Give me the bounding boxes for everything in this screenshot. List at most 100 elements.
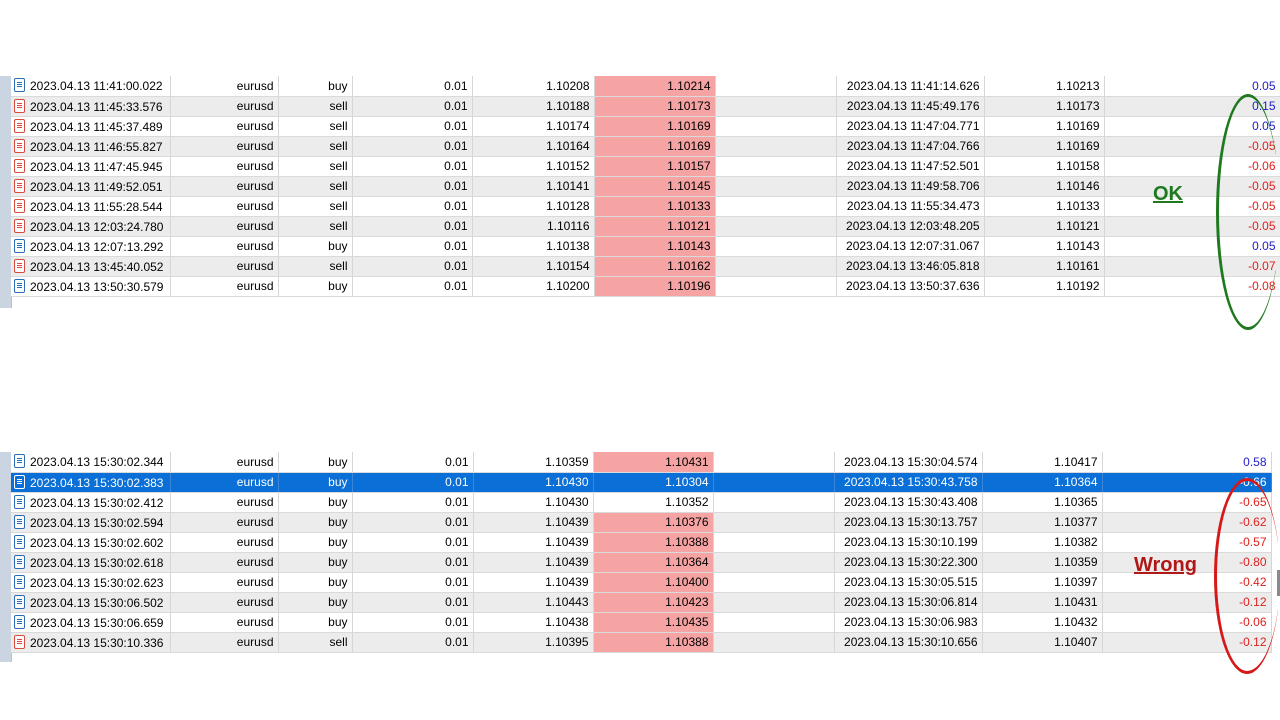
- open-price-cell: 1.10152: [472, 156, 595, 177]
- tp-cell: [715, 156, 837, 177]
- symbol-cell: eurusd: [170, 176, 279, 197]
- open-price-cell: 1.10116: [472, 216, 595, 237]
- symbol-cell: eurusd: [170, 236, 279, 257]
- buy-order-icon: [14, 474, 25, 489]
- symbol-cell: eurusd: [170, 492, 279, 513]
- symbol-cell: eurusd: [170, 612, 279, 633]
- volume-cell: 0.01: [352, 532, 474, 553]
- open-price-cell: 1.10438: [473, 612, 594, 633]
- wrong-annotation-label: Wrong: [1134, 554, 1197, 576]
- table-row[interactable]: 2023.04.13 15:30:02.594 eurusd buy 0.01 1.10…: [11, 512, 1272, 533]
- close-time-cell: 2023.04.13 11:45:49.176: [836, 96, 985, 117]
- tp-cell: [713, 552, 835, 573]
- symbol-cell: eurusd: [170, 452, 279, 473]
- volume-cell: 0.01: [352, 156, 473, 177]
- sl-cell: 1.10169: [594, 136, 716, 157]
- close-time-cell: 2023.04.13 11:47:04.771: [836, 116, 985, 137]
- tp-cell: [715, 256, 837, 277]
- buy-order-icon: [14, 278, 25, 293]
- type-cell: sell: [278, 632, 353, 653]
- volume-cell: 0.01: [352, 136, 473, 157]
- symbol-cell: eurusd: [170, 592, 279, 613]
- buy-order-icon: [14, 238, 25, 253]
- close-time-cell: 2023.04.13 12:07:31.067: [836, 236, 985, 257]
- sl-cell: 1.10162: [594, 256, 716, 277]
- close-price-cell: 1.10397: [982, 572, 1103, 593]
- open-price-cell: 1.10439: [473, 532, 594, 553]
- tp-cell: [715, 76, 837, 97]
- open-price-cell: 1.10439: [473, 572, 594, 593]
- open-time-cell: 2023.04.13 11:55:28.544: [11, 196, 171, 217]
- symbol-cell: eurusd: [170, 116, 279, 137]
- buy-order-icon: [14, 554, 25, 569]
- open-price-cell: 1.10188: [472, 96, 595, 117]
- table-row[interactable]: 2023.04.13 15:30:06.659 eurusd buy 0.01 1.10…: [11, 612, 1272, 633]
- table-row[interactable]: 2023.04.13 13:45:40.052 eurusd sell 0.01 1.1…: [11, 256, 1280, 277]
- table-row[interactable]: 2023.04.13 11:47:45.945 eurusd sell 0.01 1.1…: [11, 156, 1280, 177]
- tp-cell: [715, 136, 837, 157]
- type-cell: buy: [278, 452, 353, 473]
- open-time-text: 2023.04.13 15:30:02.594: [30, 515, 164, 530]
- table-row[interactable]: 2023.04.13 15:30:02.618 eurusd buy 0.01 1.10…: [11, 552, 1272, 573]
- close-time-cell: 2023.04.13 11:55:34.473: [836, 196, 985, 217]
- sell-order-icon: [14, 218, 25, 233]
- table-row[interactable]: 2023.04.13 12:03:24.780 eurusd sell 0.01 1.1…: [11, 216, 1280, 237]
- table-row[interactable]: 2023.04.13 15:30:06.502 eurusd buy 0.01 1.10…: [11, 592, 1272, 613]
- type-cell: sell: [278, 96, 353, 117]
- open-price-cell: 1.10208: [472, 76, 595, 97]
- type-cell: buy: [278, 572, 353, 593]
- tp-cell: [713, 492, 835, 513]
- symbol-cell: eurusd: [170, 156, 279, 177]
- table-row[interactable]: 2023.04.13 15:30:02.344 eurusd buy 0.01 1.10…: [11, 452, 1272, 473]
- open-time-text: 2023.04.13 13:50:30.579: [30, 279, 164, 294]
- open-price-cell: 1.10128: [472, 196, 595, 217]
- sl-cell: 1.10157: [594, 156, 716, 177]
- buy-order-icon: [14, 534, 25, 549]
- close-time-cell: 2023.04.13 13:50:37.636: [836, 276, 985, 297]
- table-row[interactable]: 2023.04.13 15:30:10.336 eurusd sell 0.01 1.1…: [11, 632, 1272, 653]
- volume-cell: 0.01: [352, 612, 474, 633]
- close-price-cell: 1.10382: [982, 532, 1103, 553]
- sl-cell: 1.10143: [594, 236, 716, 257]
- type-cell: sell: [278, 116, 353, 137]
- volume-cell: 0.01: [352, 216, 473, 237]
- open-time-cell: 2023.04.13 15:30:06.502: [11, 592, 171, 613]
- open-time-cell: 2023.04.13 15:30:02.618: [11, 552, 171, 573]
- symbol-cell: eurusd: [170, 216, 279, 237]
- volume-cell: 0.01: [352, 116, 473, 137]
- symbol-cell: eurusd: [170, 96, 279, 117]
- open-price-cell: 1.10154: [472, 256, 595, 277]
- volume-cell: 0.01: [352, 572, 474, 593]
- sell-order-icon: [14, 178, 25, 193]
- open-time-text: 2023.04.13 11:45:37.489: [30, 119, 163, 134]
- table-row[interactable]: 2023.04.13 11:46:55.827 eurusd sell 0.01 1.1…: [11, 136, 1280, 157]
- volume-cell: 0.01: [352, 276, 473, 297]
- open-time-cell: 2023.04.13 15:30:10.336: [11, 632, 171, 653]
- table-row[interactable]: 2023.04.13 13:50:30.579 eurusd buy 0.01 1.10…: [11, 276, 1280, 297]
- type-cell: sell: [278, 156, 353, 177]
- sl-cell: 1.10388: [593, 532, 714, 553]
- buy-order-icon: [14, 514, 25, 529]
- open-time-cell: 2023.04.13 12:03:24.780: [11, 216, 171, 237]
- open-time-cell: 2023.04.13 13:45:40.052: [11, 256, 171, 277]
- volume-cell: 0.01: [352, 196, 473, 217]
- table-row[interactable]: 2023.04.13 11:41:00.022 eurusd buy 0.01 1.10…: [11, 76, 1280, 97]
- open-time-text: 2023.04.13 12:07:13.292: [30, 239, 164, 254]
- volume-cell: 0.01: [352, 592, 474, 613]
- open-time-text: 2023.04.13 15:30:02.602: [30, 535, 164, 550]
- table-row[interactable]: 2023.04.13 15:30:02.623 eurusd buy 0.01 1.10…: [11, 572, 1272, 593]
- table-row[interactable]: 2023.04.13 11:45:33.576 eurusd sell 0.01 1.1…: [11, 96, 1280, 117]
- table-row[interactable]: 2023.04.13 11:55:28.544 eurusd sell 0.01 1.1…: [11, 196, 1280, 217]
- profit-cell: 0.58: [1102, 452, 1272, 473]
- symbol-cell: eurusd: [170, 552, 279, 573]
- table-row[interactable]: 2023.04.13 12:07:13.292 eurusd buy 0.01 1.10…: [11, 236, 1280, 257]
- table-row[interactable]: 2023.04.13 15:30:02.383 eurusd buy 0.01 1.10…: [11, 472, 1272, 493]
- sl-cell: 1.10133: [594, 196, 716, 217]
- volume-cell: 0.01: [352, 256, 473, 277]
- table-row[interactable]: 2023.04.13 11:45:37.489 eurusd sell 0.01 1.1…: [11, 116, 1280, 137]
- table-row[interactable]: 2023.04.13 11:49:52.051 eurusd sell 0.01 1.1…: [11, 176, 1280, 197]
- table-row[interactable]: 2023.04.13 15:30:02.602 eurusd buy 0.01 1.10…: [11, 532, 1272, 553]
- table-row[interactable]: 2023.04.13 15:30:02.412 eurusd buy 0.01 1.10…: [11, 492, 1272, 513]
- open-time-text: 2023.04.13 11:46:55.827: [30, 139, 163, 154]
- tp-cell: [715, 236, 837, 257]
